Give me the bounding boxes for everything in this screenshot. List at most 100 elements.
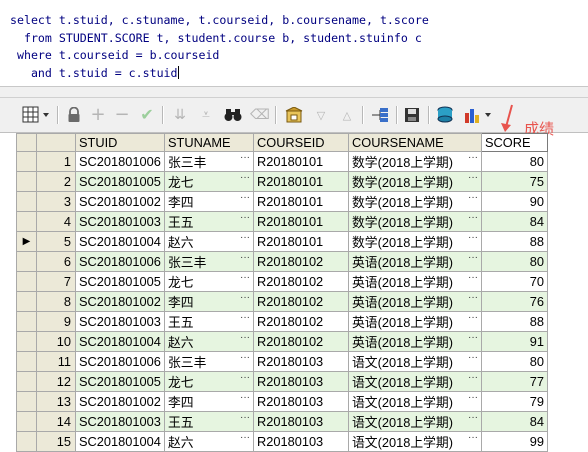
cell-stuid[interactable]: SC201801003	[75, 311, 165, 332]
cell-stuname[interactable]: 张三丰 ···	[164, 251, 254, 272]
grid-menu-button[interactable]	[18, 104, 54, 126]
cell-courseid[interactable]: R20180103	[253, 391, 349, 412]
cell-stuid[interactable]: SC201801004	[75, 331, 165, 352]
cell-stuname[interactable]: 赵六 ···	[164, 331, 254, 352]
prev-page-button[interactable]: △	[337, 104, 357, 126]
splitter[interactable]	[0, 87, 588, 98]
cell-coursename[interactable]: 英语(2018上学期) ···	[348, 311, 482, 332]
cell-score[interactable]: 99	[481, 431, 548, 452]
cell-coursename[interactable]: 语文(2018上学期) ···	[348, 431, 482, 452]
add-record-button[interactable]: +	[89, 104, 107, 126]
cell-courseid[interactable]: R20180101	[253, 151, 349, 172]
cell-stuid[interactable]: SC201801002	[75, 191, 165, 212]
cell-score[interactable]: 88	[481, 311, 548, 332]
cell-score[interactable]: 88	[481, 231, 548, 252]
cell-courseid[interactable]: R20180102	[253, 251, 349, 272]
cell-coursename[interactable]: 数学(2018上学期) ···	[348, 211, 482, 232]
cell-stuid[interactable]: SC201801003	[75, 411, 165, 432]
cell-editor-ellipsis-icon[interactable]: ···	[240, 273, 250, 284]
cell-stuid[interactable]: SC201801002	[75, 291, 165, 312]
cell-stuid[interactable]: SC201801002	[75, 391, 165, 412]
cell-courseid[interactable]: R20180102	[253, 331, 349, 352]
table-row[interactable]: 12 SC201801005 龙七 ··· R20180103 语文(2018上学期) ··…	[16, 371, 548, 392]
cell-score[interactable]: 90	[481, 191, 548, 212]
row-indicator[interactable]	[16, 411, 37, 432]
cell-courseid[interactable]: R20180103	[253, 431, 349, 452]
table-row[interactable]: 13 SC201801002 李四 ··· R20180103 语文(2018上学期) ··…	[16, 391, 548, 412]
table-row[interactable]: 10 SC201801004 赵六 ··· R20180102 英语(2018上学期) ··…	[16, 331, 548, 352]
cell-coursename[interactable]: 语文(2018上学期) ···	[348, 371, 482, 392]
cell-editor-ellipsis-icon[interactable]: ···	[240, 293, 250, 304]
row-indicator[interactable]	[16, 371, 37, 392]
cell-stuid[interactable]: SC201801006	[75, 351, 165, 372]
cell-editor-ellipsis-icon[interactable]: ···	[468, 373, 478, 384]
cell-courseid[interactable]: R20180101	[253, 171, 349, 192]
table-row[interactable]: 3 SC201801002 李四 ··· R20180101 数学(2018上学期) ···…	[16, 191, 548, 212]
row-indicator[interactable]: ▶	[16, 231, 37, 252]
cell-editor-ellipsis-icon[interactable]: ···	[240, 213, 250, 224]
cell-score[interactable]: 91	[481, 331, 548, 352]
cell-courseid[interactable]: R20180101	[253, 231, 349, 252]
cell-stuid[interactable]: SC201801004	[75, 231, 165, 252]
cell-score[interactable]: 75	[481, 171, 548, 192]
cell-stuname[interactable]: 李四 ···	[164, 291, 254, 312]
cell-stuname[interactable]: 李四 ···	[164, 391, 254, 412]
cell-stuid[interactable]: SC201801006	[75, 151, 165, 172]
cell-score[interactable]: 84	[481, 211, 548, 232]
cell-editor-ellipsis-icon[interactable]: ···	[468, 413, 478, 424]
cell-stuname[interactable]: 赵六 ···	[164, 231, 254, 252]
cell-editor-ellipsis-icon[interactable]: ···	[240, 153, 250, 164]
cell-editor-ellipsis-icon[interactable]: ···	[240, 373, 250, 384]
row-indicator[interactable]	[16, 391, 37, 412]
cell-score[interactable]: 79	[481, 391, 548, 412]
chart-menu-button[interactable]	[462, 104, 496, 126]
cell-stuname[interactable]: 龙七 ···	[164, 271, 254, 292]
cell-stuname[interactable]: 王五 ···	[164, 211, 254, 232]
row-indicator[interactable]	[16, 171, 37, 192]
cell-stuid[interactable]: SC201801006	[75, 251, 165, 272]
save-button[interactable]	[402, 104, 422, 126]
table-row[interactable]: 1 SC201801006 张三丰 ··· R20180101 数学(2018上学期) ··…	[16, 151, 548, 172]
cell-stuname[interactable]: 李四 ···	[164, 191, 254, 212]
row-indicator[interactable]	[16, 351, 37, 372]
cell-courseid[interactable]: R20180102	[253, 271, 349, 292]
column-header-score[interactable]: SCORE	[481, 133, 548, 152]
column-header-coursename[interactable]: COURSENAME	[348, 133, 482, 152]
find-button[interactable]	[222, 104, 244, 126]
cell-editor-ellipsis-icon[interactable]: ···	[240, 333, 250, 344]
cell-score[interactable]: 80	[481, 151, 548, 172]
cell-editor-ellipsis-icon[interactable]: ···	[468, 193, 478, 204]
sql-text[interactable]: select t.stuid, c.stuname, t.courseid, b…	[10, 12, 429, 82]
cell-score[interactable]: 84	[481, 411, 548, 432]
cell-stuid[interactable]: SC201801003	[75, 211, 165, 232]
row-indicator[interactable]	[16, 331, 37, 352]
cell-coursename[interactable]: 数学(2018上学期) ···	[348, 151, 482, 172]
cell-stuid[interactable]: SC201801005	[75, 371, 165, 392]
cell-stuname[interactable]: 龙七 ···	[164, 171, 254, 192]
cell-coursename[interactable]: 语文(2018上学期) ···	[348, 391, 482, 412]
table-row[interactable]: ▶ 5 SC201801004 赵六 ··· R20180101 数学(2018上学期) ··…	[16, 231, 548, 252]
fetch-next-button[interactable]: ⇊	[170, 104, 190, 126]
row-indicator[interactable]	[16, 311, 37, 332]
cell-courseid[interactable]: R20180103	[253, 411, 349, 432]
lock-button[interactable]	[64, 104, 84, 126]
cell-editor-ellipsis-icon[interactable]: ···	[240, 433, 250, 444]
cell-stuid[interactable]: SC201801005	[75, 171, 165, 192]
cell-coursename[interactable]: 数学(2018上学期) ···	[348, 231, 482, 252]
cell-courseid[interactable]: R20180101	[253, 191, 349, 212]
cell-editor-ellipsis-icon[interactable]: ···	[468, 393, 478, 404]
cell-editor-ellipsis-icon[interactable]: ···	[240, 233, 250, 244]
cell-stuname[interactable]: 龙七 ···	[164, 371, 254, 392]
table-row[interactable]: 9 SC201801003 王五 ··· R20180102 英语(2018上学期) ···…	[16, 311, 548, 332]
table-row[interactable]: 6 SC201801006 张三丰 ··· R20180102 英语(2018上学期) ··…	[16, 251, 548, 272]
cell-courseid[interactable]: R20180103	[253, 371, 349, 392]
cell-editor-ellipsis-icon[interactable]: ···	[240, 193, 250, 204]
cell-stuid[interactable]: SC201801004	[75, 431, 165, 452]
cell-coursename[interactable]: 英语(2018上学期) ···	[348, 251, 482, 272]
fetch-last-button[interactable]: ⩡	[196, 104, 216, 126]
cell-editor-ellipsis-icon[interactable]: ···	[240, 353, 250, 364]
cell-score[interactable]: 76	[481, 291, 548, 312]
cell-stuname[interactable]: 王五 ···	[164, 311, 254, 332]
query-by-example-button[interactable]	[283, 104, 305, 126]
table-row[interactable]: 7 SC201801005 龙七 ··· R20180102 英语(2018上学期) ···…	[16, 271, 548, 292]
